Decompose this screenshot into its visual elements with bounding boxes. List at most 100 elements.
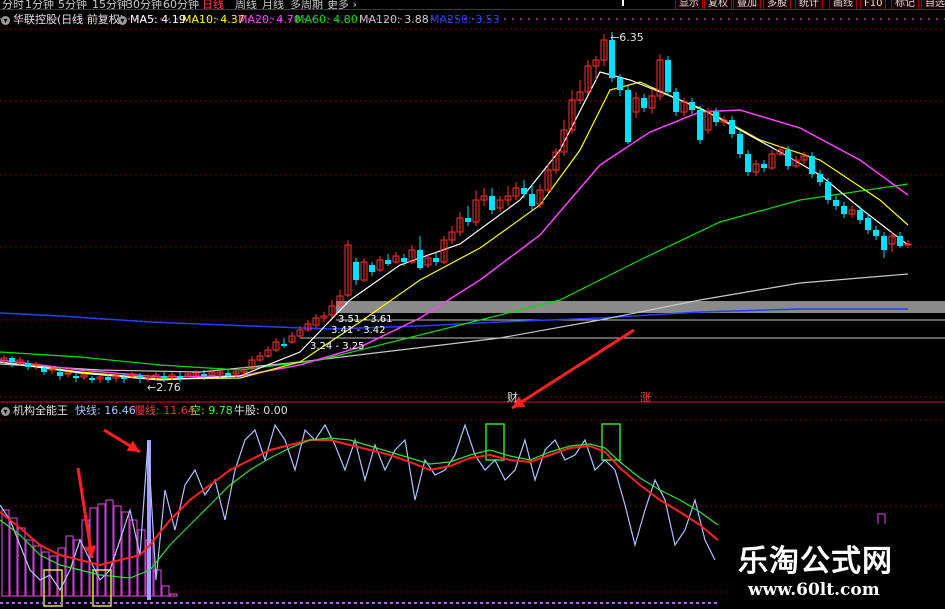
- high-price-label: ←6.35: [610, 31, 644, 44]
- candle-body: [225, 373, 231, 376]
- baseline-dot: [534, 602, 537, 604]
- candle-body: [857, 210, 863, 220]
- candle-body: [281, 344, 287, 346]
- candle-body: [897, 236, 903, 246]
- baseline-dot: [450, 602, 453, 604]
- panel-menu-icon[interactable]: ▾: [1, 12, 10, 28]
- candle-body: [161, 376, 167, 378]
- baseline-dot: [96, 602, 99, 604]
- baseline-dot: [234, 602, 237, 604]
- baseline-dot: [456, 602, 459, 604]
- candle-body: [904, 243, 912, 246]
- baseline-dot: [120, 602, 123, 604]
- baseline-dot: [708, 602, 711, 604]
- candle-body: [73, 376, 79, 378]
- baseline-dot: [372, 602, 375, 604]
- baseline-dot: [102, 602, 105, 604]
- baseline-dot: [228, 602, 231, 604]
- baseline-dot: [690, 602, 693, 604]
- candle-body: [105, 377, 111, 380]
- indicator-header: ▾ 机构全能王 快线: 16.46 慢线: 11.64 空: 9.78 牛股: 0.0…: [0, 403, 945, 419]
- indicator-value: 快线: 16.46: [75, 404, 136, 417]
- baseline-dot: [612, 602, 615, 604]
- baseline-dot: [678, 602, 681, 604]
- candle-body: [785, 150, 791, 166]
- indicator-value: 牛股: 0.00: [234, 404, 288, 417]
- candle-body: [137, 376, 143, 378]
- support-band-1: [336, 301, 945, 313]
- baseline-dot: [378, 602, 381, 604]
- baseline-dot: [420, 602, 423, 604]
- baseline-dot: [312, 602, 315, 604]
- baseline-dot: [414, 602, 417, 604]
- baseline-dot: [264, 602, 267, 604]
- candle-body: [385, 260, 391, 264]
- stock-title: 华联控股(日线 前复权): [13, 13, 125, 26]
- baseline-dot: [174, 602, 177, 604]
- indicator-menu-icon[interactable]: ▾: [1, 403, 10, 419]
- candle-body: [761, 164, 767, 168]
- baseline-dot: [564, 602, 567, 604]
- baseline-dot: [336, 602, 339, 604]
- baseline-dot: [696, 602, 699, 604]
- baseline-dot: [630, 602, 633, 604]
- baseline-dot: [240, 602, 243, 604]
- baseline-dot: [204, 602, 207, 604]
- ma-value: MA60: 4.80: [295, 13, 358, 26]
- candle-body: [713, 112, 719, 122]
- baseline-dot: [270, 602, 273, 604]
- candle-body: [201, 374, 207, 376]
- baseline-dot: [408, 602, 411, 604]
- logo-name: 乐淘公式网: [738, 544, 893, 579]
- baseline-dot: [510, 602, 513, 604]
- baseline-dot: [216, 602, 219, 604]
- ma120-line: [0, 273, 909, 373]
- candle-body: [433, 258, 439, 262]
- baseline-dot: [594, 602, 597, 604]
- baseline-dot: [702, 602, 705, 604]
- candle-body: [48, 368, 56, 371]
- candle-body: [64, 372, 72, 375]
- candle-body: [881, 236, 887, 250]
- ma10-line: [0, 81, 909, 380]
- box-c-label: 3.24 - 3.25: [310, 341, 365, 352]
- moving-average-lines: [0, 71, 909, 381]
- candle-body: [617, 78, 623, 90]
- indicator-title: 机构全能王: [13, 404, 68, 417]
- baseline-dot: [6, 602, 9, 604]
- baseline-dot: [360, 602, 363, 604]
- baseline-dot: [282, 602, 285, 604]
- candle-body: [489, 196, 495, 210]
- baseline-dot: [600, 602, 603, 604]
- candle-body: [825, 182, 831, 200]
- baseline-dot: [42, 602, 45, 604]
- baseline-dot: [114, 602, 117, 604]
- candle-body: [737, 134, 743, 154]
- baseline-dot: [318, 602, 321, 604]
- candle-body: [833, 200, 839, 206]
- baseline-dot: [504, 602, 507, 604]
- baseline-dot: [288, 602, 291, 604]
- candle-body: [401, 258, 407, 262]
- candle-body: [745, 154, 751, 172]
- ma-menu-icon[interactable]: ▾: [118, 12, 127, 28]
- candle-body: [465, 218, 471, 222]
- volume-bar: [169, 593, 178, 597]
- candle-body: [41, 368, 47, 372]
- price-bands: [300, 301, 945, 339]
- baseline-dot: [48, 602, 51, 604]
- slow-line: [0, 439, 719, 567]
- candle-body: [521, 188, 527, 194]
- baseline-dot: [606, 602, 609, 604]
- baseline-dot: [300, 602, 303, 604]
- candle-body: [369, 265, 375, 272]
- baseline-dot: [60, 602, 63, 604]
- cai-marker: 财: [507, 391, 518, 404]
- baseline-dot: [516, 602, 519, 604]
- baseline-dot: [666, 602, 669, 604]
- candle-body: [673, 92, 679, 112]
- baseline-dot: [222, 602, 225, 604]
- baseline-dot: [498, 602, 501, 604]
- candle-body: [697, 110, 703, 140]
- baseline-dot: [84, 602, 87, 604]
